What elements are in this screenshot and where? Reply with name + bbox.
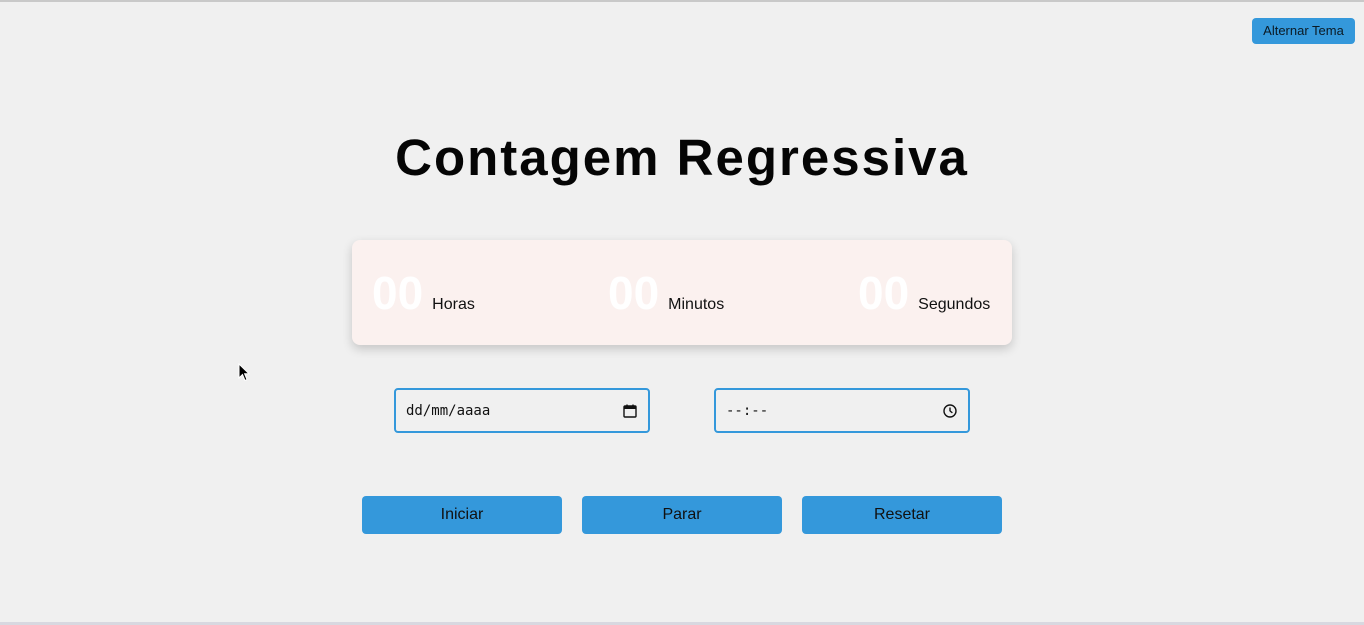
hours-value: 00 xyxy=(372,267,424,319)
mouse-cursor-icon xyxy=(238,362,251,387)
stop-button[interactable]: Parar xyxy=(582,496,782,534)
start-button[interactable]: Iniciar xyxy=(362,496,562,534)
minutes-label: Minutos xyxy=(668,296,725,313)
date-input[interactable]: dd/mm/aaaa xyxy=(394,388,650,433)
countdown-display: 00 Horas 00 Minutos 00 Segundos xyxy=(352,240,1012,345)
time-input-placeholder: --:-- xyxy=(726,402,769,419)
seconds-value: 00 xyxy=(858,267,910,319)
seconds-unit: 00 Segundos xyxy=(858,270,990,316)
minutes-unit: 00 Minutos xyxy=(608,270,724,316)
hours-label: Horas xyxy=(432,296,475,313)
toggle-theme-button[interactable]: Alternar Tema xyxy=(1252,18,1355,44)
page-title: Contagem Regressiva xyxy=(395,129,969,186)
hours-unit: 00 Horas xyxy=(372,270,475,316)
time-input[interactable]: --:-- xyxy=(714,388,970,433)
seconds-label: Segundos xyxy=(918,296,991,313)
minutes-value: 00 xyxy=(608,267,660,319)
clock-icon[interactable] xyxy=(942,403,958,419)
reset-button[interactable]: Resetar xyxy=(802,496,1002,534)
page: Alternar Tema Contagem Regressiva 00 Hor… xyxy=(0,0,1364,625)
calendar-icon[interactable] xyxy=(622,403,638,419)
date-input-placeholder: dd/mm/aaaa xyxy=(406,402,491,419)
